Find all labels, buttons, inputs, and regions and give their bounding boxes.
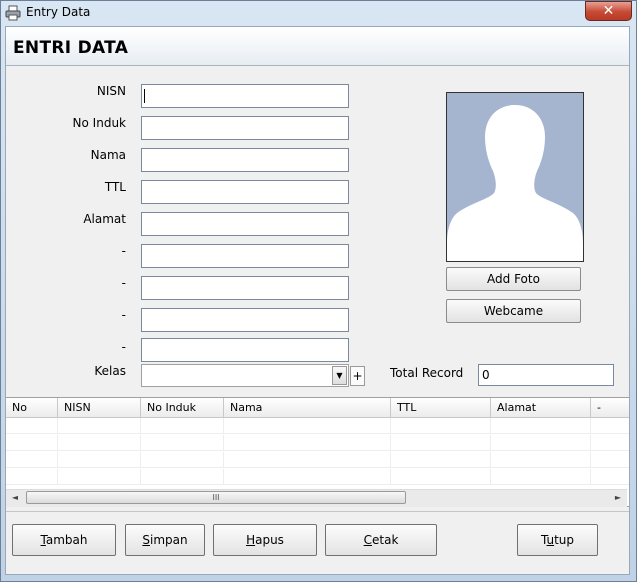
tutup-button[interactable]: Tutup [517,524,598,556]
extra-field-3[interactable] [141,308,349,332]
printer-icon [5,5,21,21]
nisn-field[interactable] [141,84,349,108]
label-nama: Nama [90,148,126,162]
total-record-label: Total Record [390,366,464,380]
cetak-label: etak [372,533,399,547]
cetak-mnemonic: C [363,533,372,547]
scroll-left-icon[interactable]: ◄ [9,492,21,504]
hapus-label: apus [255,533,284,547]
column-header-no[interactable]: No [6,398,58,417]
hapus-button[interactable]: Hapus [213,524,317,556]
extra-field-2[interactable] [141,276,349,300]
tambah-button[interactable]: Tambah [12,524,116,556]
hapus-mnemonic: H [246,533,256,547]
table-row[interactable] [6,469,629,485]
table-row[interactable] [6,435,629,451]
header-band: ENTRI DATA [6,27,629,66]
person-silhouette-icon [447,93,583,261]
add-kelas-button[interactable]: + [350,366,365,386]
total-record-value: 0 [482,368,490,382]
client-area: ENTRI DATA NISN No Induk Nama TTL Alamat… [5,26,630,575]
close-button[interactable]: ✕ [585,1,632,21]
data-grid[interactable]: No NISN No Induk Nama TTL Alamat - ◄ III… [6,397,629,507]
cetak-button[interactable]: Cetak [325,524,437,556]
ttl-field[interactable] [141,180,349,204]
horizontal-scrollbar[interactable]: ◄ III ► [6,489,627,507]
table-row[interactable] [6,452,629,468]
scroll-right-icon[interactable]: ► [612,492,624,504]
column-header-extra[interactable]: - [591,398,627,417]
button-panel: Tambah Simpan Hapus Cetak Tutup [6,511,629,575]
label-dash-3: - [121,308,126,322]
add-foto-button[interactable]: Add Foto [446,267,581,291]
label-nisn: NISN [96,84,126,98]
window-title: Entry Data [26,5,91,19]
entry-data-window: Entry Data ✕ ENTRI DATA NISN No Induk Na… [0,0,637,582]
tutup-label: tup [554,533,575,547]
column-header-nama[interactable]: Nama [224,398,391,417]
column-header-alamat[interactable]: Alamat [491,398,591,417]
label-kelas: Kelas [94,364,126,378]
extra-field-4[interactable] [141,338,349,362]
label-dash-2: - [121,276,126,290]
simpan-button[interactable]: Simpan [125,524,205,556]
table-row[interactable] [6,418,629,434]
total-record-field[interactable]: 0 [478,364,614,386]
chevron-down-icon[interactable]: ▼ [332,366,347,385]
scrollbar-thumb[interactable]: III [26,491,406,504]
column-header-ttl[interactable]: TTL [391,398,491,417]
tutup-mnemonic: u [546,533,555,547]
tambah-label: ambah [45,533,88,547]
label-alamat: Alamat [83,212,126,226]
photo-frame [446,92,584,262]
nama-field[interactable] [141,148,349,172]
simpan-mnemonic: S [142,533,150,547]
grid-header: No NISN No Induk Nama TTL Alamat - [6,398,629,418]
title-bar[interactable]: Entry Data ✕ [1,1,636,25]
column-header-nisn[interactable]: NISN [58,398,141,417]
alamat-field[interactable] [141,212,349,236]
label-no-induk: No Induk [72,116,126,130]
simpan-label: impan [150,533,188,547]
page-title: ENTRI DATA [13,38,129,58]
no-induk-field[interactable] [141,116,349,140]
close-icon: ✕ [602,3,615,19]
label-dash-4: - [121,340,126,354]
label-dash-1: - [121,244,126,258]
text-caret [144,89,145,103]
column-header-no-induk[interactable]: No Induk [141,398,224,417]
webcame-button[interactable]: Webcame [446,299,581,323]
label-ttl: TTL [104,180,126,194]
extra-field-1[interactable] [141,244,349,268]
kelas-select[interactable]: ▼ [141,364,349,387]
grip-icon: III [212,493,220,502]
